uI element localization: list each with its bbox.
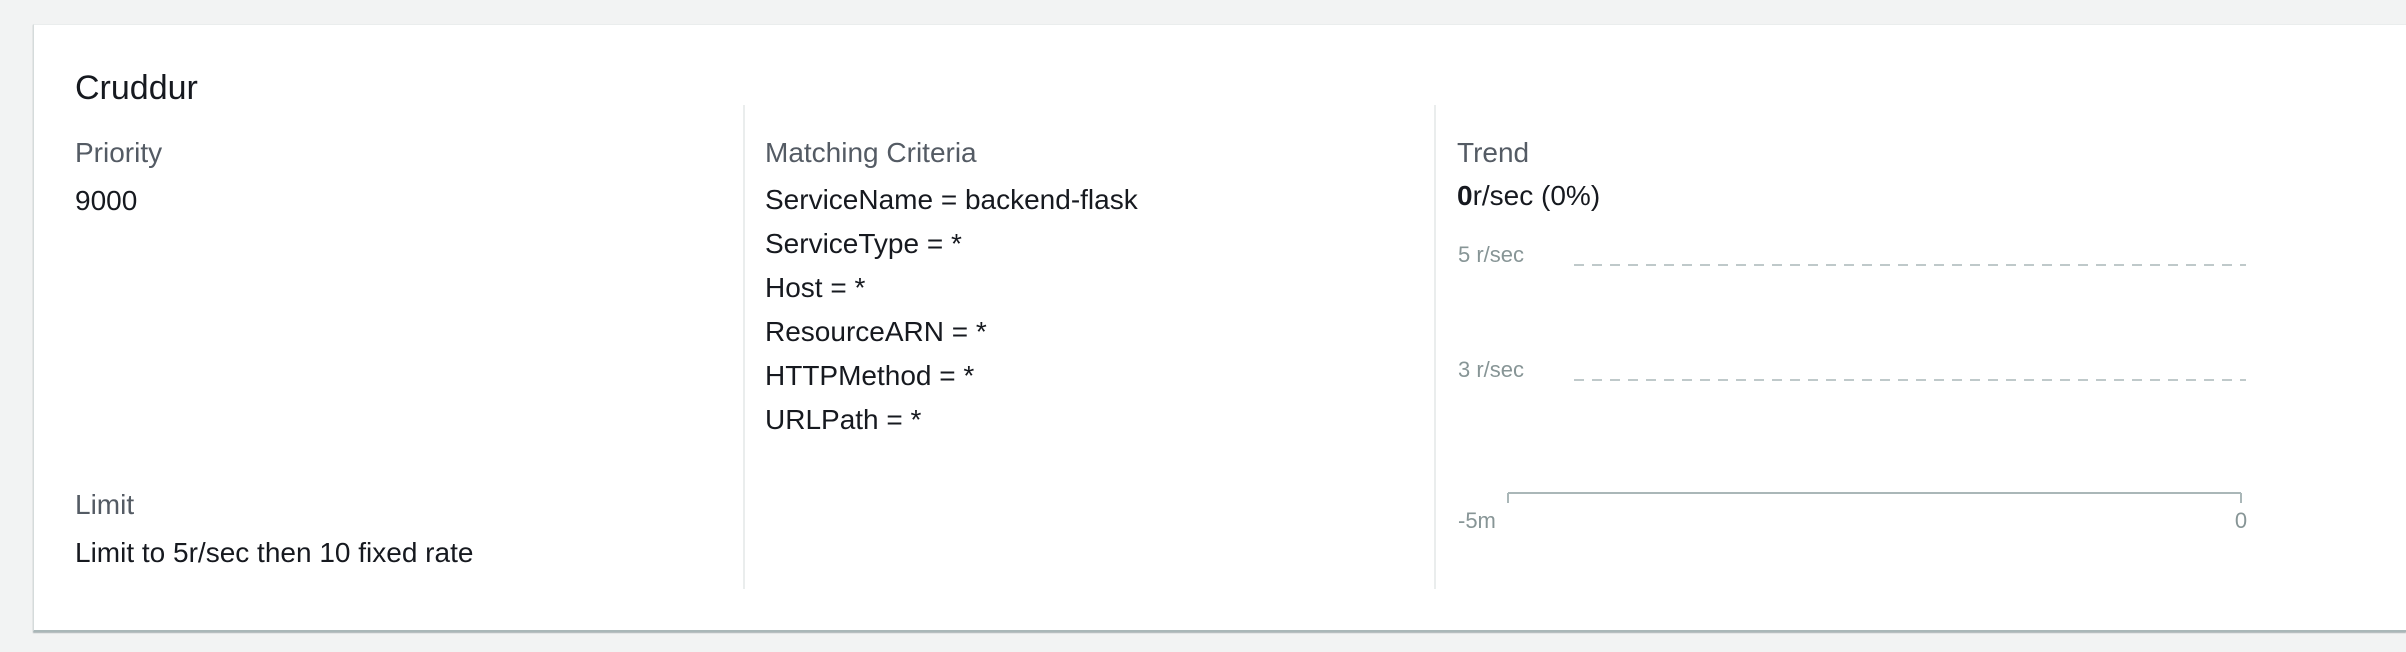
column-divider xyxy=(1434,105,1436,589)
priority-label: Priority xyxy=(75,137,163,168)
sampling-rule-card: Cruddur Priority 9000 Limit Limit to 5r/… xyxy=(33,24,2406,632)
trend-label: Trend xyxy=(1457,137,1530,168)
trend-current-number: 0 xyxy=(1457,180,1473,211)
matching-criteria-list: ServiceName = backend-flask ServiceType … xyxy=(765,178,1138,442)
limit-label: Limit xyxy=(75,489,135,520)
trend-chart: 5 r/sec 3 r/sec -5m 0 xyxy=(1458,242,2247,533)
criteria-item: ResourceARN = * xyxy=(765,316,987,347)
x-tick-label: -5m xyxy=(1458,508,1496,533)
criteria-item: HTTPMethod = * xyxy=(765,360,975,391)
criteria-item: ServiceName = backend-flask xyxy=(765,184,1138,215)
criteria-item: Host = * xyxy=(765,272,866,303)
y-tick-label: 5 r/sec xyxy=(1458,242,1524,267)
trend-current-suffix: r/sec (0%) xyxy=(1472,180,1601,211)
x-tick-label: 0 xyxy=(2235,508,2247,533)
priority-value: 9000 xyxy=(75,185,138,216)
column-divider xyxy=(743,105,745,589)
criteria-item: ServiceType = * xyxy=(765,228,962,259)
rule-title: Cruddur xyxy=(75,69,198,107)
criteria-item: URLPath = * xyxy=(765,404,922,435)
trend-current-value: 0r/sec (0%) xyxy=(1457,178,1600,214)
matching-criteria-label: Matching Criteria xyxy=(765,137,977,168)
limit-value: Limit to 5r/sec then 10 fixed rate xyxy=(75,537,474,568)
y-tick-label: 3 r/sec xyxy=(1458,357,1524,382)
